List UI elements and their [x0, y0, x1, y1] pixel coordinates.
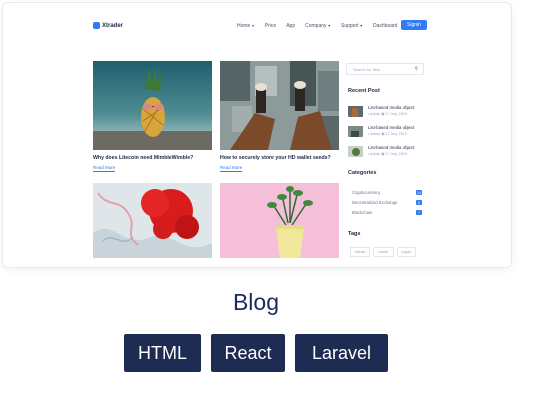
signin-button[interactable]: Signin [401, 20, 427, 30]
search-icon[interactable]: ⚲ [414, 66, 418, 72]
recent-post-item[interactable]: List-based media object • Admin ▣ 17 Jul… [348, 144, 426, 158]
blog-preview-card[interactable]: Xtrader Home▼ Price App Company▼ Support… [2, 2, 512, 268]
nav-link-dashboard[interactable]: Dashboard [373, 23, 397, 29]
search-placeholder: Search for Item [353, 67, 381, 72]
tag-list: bitcoin xrader crypto [350, 247, 417, 257]
post-title[interactable]: How to securely store your HD wallet see… [220, 155, 331, 161]
post-card[interactable]: Why does Litecoin need MimbleWimble? Rea… [93, 61, 212, 173]
preview-navbar: Xtrader Home▼ Price App Company▼ Support… [93, 20, 427, 34]
recent-post-item[interactable]: List-based media object • Admin ▣ 17 Jul… [348, 124, 426, 138]
read-more-link[interactable]: Read More [93, 165, 116, 172]
recent-post-heading: Recent Post [348, 88, 380, 94]
categories-heading: Categories [348, 170, 377, 176]
post-image-plant[interactable] [220, 183, 339, 258]
recent-post-item[interactable]: List-based media object • Admin ▣ 17 Jul… [348, 104, 426, 118]
recent-post-title[interactable]: List-based media object [368, 105, 414, 110]
preview-logo[interactable]: Xtrader [93, 22, 123, 29]
tag-item[interactable]: crypto [396, 247, 417, 257]
recent-post-thumbnail[interactable] [348, 105, 363, 117]
recent-post-meta: • Admin ▣ 17 July, 2019 [368, 112, 407, 116]
tag-item[interactable]: bitcoin [350, 247, 371, 257]
search-input[interactable]: Search for Item ⚲ [346, 63, 424, 75]
nav-links: Home▼ Price App Company▼ Support▼ Dashbo… [237, 23, 397, 29]
recent-post-meta: • Admin ▣ 17 July, 2019 [368, 132, 407, 136]
post-image-ink[interactable] [93, 183, 212, 258]
post-title[interactable]: Why does Litecoin need MimbleWimble? [93, 155, 193, 161]
category-count-badge: 9 [416, 200, 422, 205]
nav-link-support[interactable]: Support▼ [341, 23, 363, 29]
post-image-city[interactable] [220, 61, 339, 150]
category-name: Cryptocurrency [352, 190, 381, 195]
post-card[interactable]: How to securely store your HD wallet see… [220, 61, 339, 173]
recent-post-meta: • Admin ▣ 17 July, 2019 [368, 152, 407, 156]
post-card[interactable] [220, 183, 339, 258]
read-more-link[interactable]: Read More [220, 165, 243, 172]
tag-item[interactable]: xrader [373, 247, 394, 257]
nav-link-app[interactable]: App [286, 23, 295, 29]
recent-post-title[interactable]: List-based media object [368, 125, 414, 130]
logo-icon [93, 22, 100, 29]
recent-post-thumbnail[interactable] [348, 125, 363, 137]
post-card[interactable] [93, 183, 212, 258]
nav-link-company[interactable]: Company▼ [305, 23, 331, 29]
category-name: Blockchain [352, 210, 373, 215]
logo-text: Xtrader [102, 22, 124, 29]
nav-link-price[interactable]: Price [265, 23, 276, 29]
tech-badge-laravel[interactable]: Laravel [295, 334, 388, 372]
category-name: Decentralized Exchange [352, 200, 398, 205]
chevron-down-icon: ▼ [327, 24, 331, 28]
tech-badge-html[interactable]: HTML [124, 334, 201, 372]
project-title: Blog [232, 289, 280, 315]
category-count-badge: 14 [416, 190, 422, 195]
nav-link-home[interactable]: Home▼ [237, 23, 255, 29]
category-item[interactable]: Cryptocurrency 14 [350, 189, 422, 197]
recent-post-thumbnail[interactable] [348, 145, 363, 157]
post-image-pineapple[interactable] [93, 61, 212, 150]
category-item[interactable]: Decentralized Exchange 9 [350, 199, 422, 207]
chevron-down-icon: ▼ [359, 24, 363, 28]
category-count-badge: 7 [416, 210, 422, 215]
chevron-down-icon: ▼ [251, 24, 255, 28]
category-item[interactable]: Blockchain 7 [350, 209, 422, 217]
tech-badge-react[interactable]: React [211, 334, 285, 372]
recent-post-title[interactable]: List-based media object [368, 145, 414, 150]
tags-heading: Tags [348, 231, 361, 237]
